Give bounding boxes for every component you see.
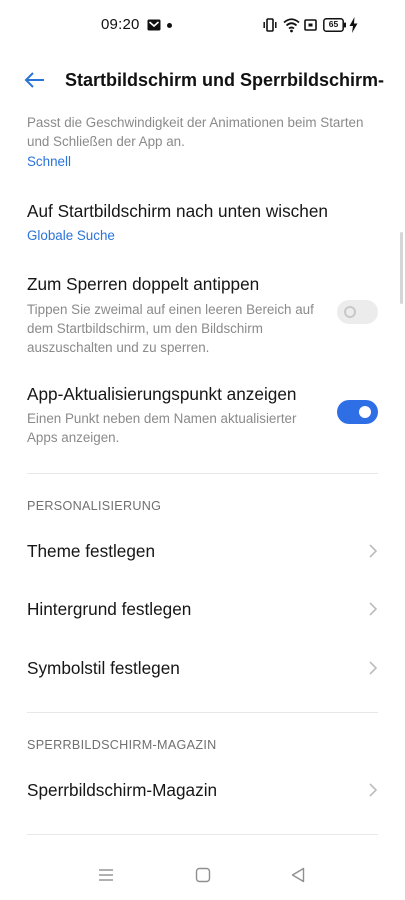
- animation-description: Passt die Geschwindigkeit der Animatione…: [27, 115, 364, 149]
- page-title: Startbildschirm und Sperrbildschirm-...: [65, 70, 385, 90]
- double-tap-title: Zum Sperren doppelt antippen: [27, 274, 260, 294]
- divider: [27, 712, 378, 713]
- gmail-icon: [147, 18, 161, 36]
- list-item-label: Sperrbildschirm-Magazin: [27, 780, 218, 800]
- list-item-label: Symbolstil festlegen: [27, 658, 180, 678]
- update-dot-description: Einen Punkt neben dem Namen aktualisiert…: [27, 411, 297, 445]
- swipe-down-value: Globale Suche: [27, 228, 115, 243]
- back-arrow-icon[interactable]: [22, 67, 48, 93]
- sim-icon: [304, 17, 317, 38]
- toggle-knob: [344, 306, 356, 318]
- list-item-icon-style[interactable]: Symbolstil festlegen: [0, 643, 405, 693]
- chevron-right-icon: [369, 544, 378, 558]
- update-dot-title: App-Aktualisierungspunkt anzeigen: [27, 384, 297, 404]
- navigation-bar: [0, 850, 405, 900]
- battery-icon: 65: [323, 18, 347, 37]
- setting-swipe-down[interactable]: Auf Startbildschirm nach unten wischen G…: [0, 190, 405, 250]
- status-bar: 09:20 65: [0, 0, 405, 52]
- toggle-knob: [359, 406, 371, 418]
- list-item-wallpaper[interactable]: Hintergrund festlegen: [0, 584, 405, 634]
- list-item-label: Hintergrund festlegen: [27, 599, 192, 619]
- chevron-right-icon: [369, 661, 378, 675]
- swipe-down-title: Auf Startbildschirm nach unten wischen: [27, 201, 328, 221]
- vibrate-icon: [263, 17, 277, 38]
- notification-dot-icon: [167, 23, 172, 28]
- list-item-label: Theme festlegen: [27, 541, 156, 561]
- section-header-magazine: SPERRBILDSCHIRM-MAGAZIN: [27, 738, 217, 752]
- list-item-theme[interactable]: Theme festlegen: [0, 526, 405, 576]
- home-icon[interactable]: [195, 866, 211, 884]
- list-item-lockscreen-magazine[interactable]: Sperrbildschirm-Magazin: [0, 765, 405, 815]
- double-tap-toggle[interactable]: [337, 300, 378, 324]
- screen: 09:20 65 Startbildschirm und Sperrbildsc…: [0, 0, 405, 900]
- update-dot-toggle[interactable]: [337, 400, 378, 424]
- chevron-right-icon: [369, 602, 378, 616]
- wifi-icon: [283, 17, 300, 38]
- setting-double-tap-lock[interactable]: Zum Sperren doppelt antippen Tippen Sie …: [0, 268, 405, 358]
- divider: [27, 473, 378, 474]
- charging-icon: [349, 17, 358, 38]
- menu-icon[interactable]: [98, 866, 114, 884]
- status-time: 09:20: [101, 16, 140, 33]
- battery-level: 65: [328, 19, 339, 29]
- back-icon[interactable]: [290, 866, 306, 884]
- setting-update-dot[interactable]: App-Aktualisierungspunkt anzeigen Einen …: [0, 378, 405, 450]
- setting-animation-speed[interactable]: Passt die Geschwindigkeit der Animatione…: [0, 108, 405, 178]
- chevron-right-icon: [369, 783, 378, 797]
- section-header-personalization: PERSONALISIERUNG: [27, 499, 162, 513]
- status-icons: 65: [263, 17, 381, 33]
- divider: [27, 834, 378, 835]
- app-header: Startbildschirm und Sperrbildschirm-...: [0, 52, 405, 108]
- scrollbar[interactable]: [400, 232, 403, 304]
- double-tap-description: Tippen Sie zweimal auf einen leeren Bere…: [27, 302, 314, 355]
- animation-value: Schnell: [27, 154, 71, 169]
